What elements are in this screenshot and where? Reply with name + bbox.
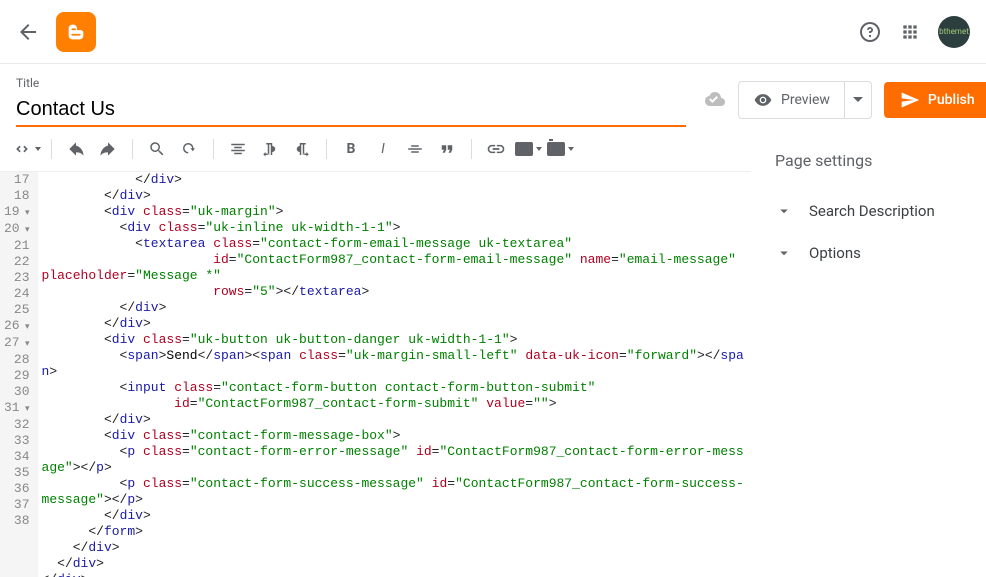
preview-button[interactable]: Preview: [739, 82, 845, 118]
help-icon[interactable]: [858, 20, 882, 44]
preview-dropdown[interactable]: [845, 82, 871, 118]
apps-icon[interactable]: [898, 20, 922, 44]
view-mode-html-button[interactable]: [12, 135, 41, 163]
quote-button[interactable]: [433, 135, 461, 163]
line-gutter: 1718192021222324252627282930313233343536…: [0, 172, 38, 577]
search-replace-button[interactable]: [175, 135, 203, 163]
title-label: Title: [16, 76, 686, 90]
publish-label: Publish: [928, 92, 975, 108]
align-button[interactable]: [224, 135, 252, 163]
ltr-button[interactable]: [256, 135, 284, 163]
sidebar-item-label: Search Description: [809, 202, 935, 220]
preview-label: Preview: [781, 92, 830, 108]
subheader: Title Preview Publish: [0, 64, 986, 127]
bold-button[interactable]: B: [337, 135, 365, 163]
cloud-saved-icon: [702, 88, 726, 112]
image-button[interactable]: [514, 135, 542, 163]
undo-button[interactable]: [62, 135, 90, 163]
video-button[interactable]: [546, 135, 574, 163]
redo-button[interactable]: [94, 135, 122, 163]
publish-button[interactable]: Publish: [884, 82, 986, 118]
link-button[interactable]: [482, 135, 510, 163]
blogger-logo[interactable]: [56, 12, 96, 52]
avatar[interactable]: bthemet: [938, 16, 970, 48]
rtl-button[interactable]: [288, 135, 316, 163]
page-settings-sidebar: Page settings Search Description Options: [751, 127, 986, 577]
chevron-down-icon: [775, 244, 793, 262]
italic-button[interactable]: I: [369, 135, 397, 163]
editor-toolbar: B I: [0, 127, 751, 171]
title-input[interactable]: [16, 94, 686, 127]
sidebar-item-label: Options: [809, 244, 861, 262]
strike-button[interactable]: [401, 135, 429, 163]
sidebar-title: Page settings: [775, 151, 962, 170]
sidebar-item-options[interactable]: Options: [775, 232, 962, 274]
chevron-down-icon: [775, 202, 793, 220]
sidebar-item-search-description[interactable]: Search Description: [775, 190, 962, 232]
app-header: bthemet: [0, 0, 986, 64]
code-editor[interactable]: 1718192021222324252627282930313233343536…: [0, 171, 751, 577]
back-button[interactable]: [16, 20, 40, 44]
search-button[interactable]: [143, 135, 171, 163]
